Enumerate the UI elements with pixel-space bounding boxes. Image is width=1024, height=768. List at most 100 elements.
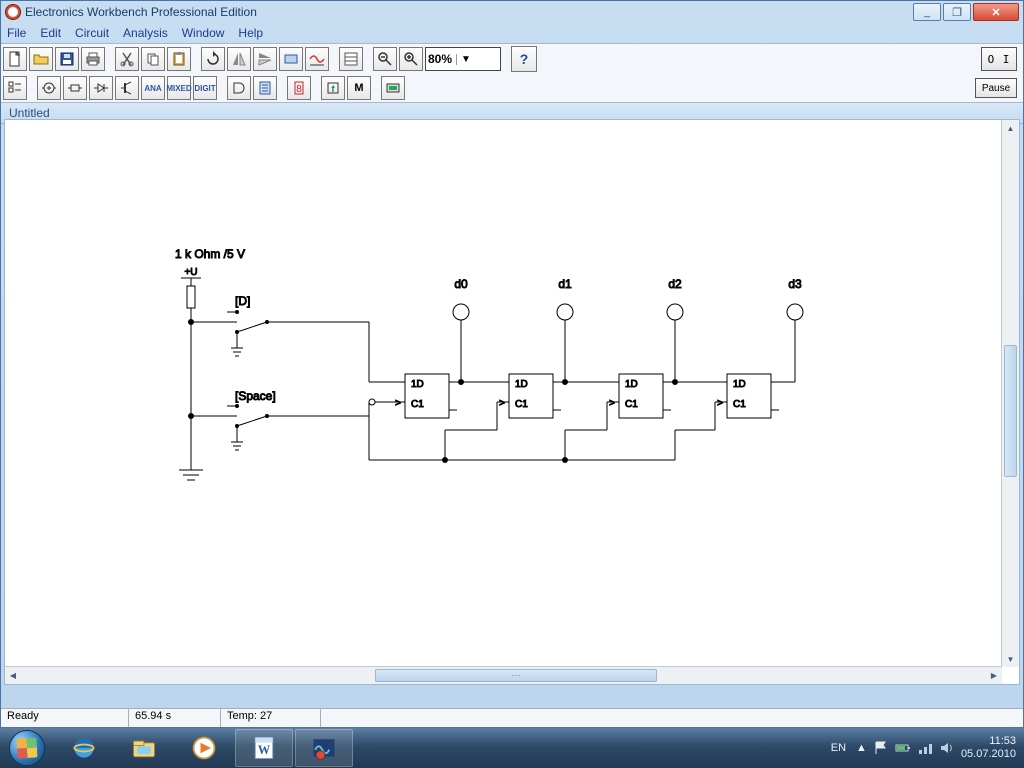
- status-ready: Ready: [1, 709, 129, 727]
- svg-text:C1: C1: [733, 399, 746, 410]
- paste-button[interactable]: [167, 47, 191, 71]
- svg-text:1D: 1D: [625, 379, 638, 390]
- favorites-bin-button[interactable]: [3, 76, 27, 100]
- controls-bin-button[interactable]: f: [321, 76, 345, 100]
- svg-text:1D: 1D: [411, 379, 424, 390]
- subcircuit-button[interactable]: [279, 47, 303, 71]
- window-maximize-button[interactable]: ❐: [943, 3, 971, 21]
- battery-icon[interactable]: [895, 740, 911, 756]
- scroll-up-arrow-icon[interactable]: ▲: [1004, 121, 1017, 135]
- vcc-label: +U: [184, 267, 197, 278]
- menu-edit[interactable]: Edit: [40, 26, 61, 40]
- scroll-down-arrow-icon[interactable]: ▼: [1004, 652, 1017, 666]
- menu-window[interactable]: Window: [182, 26, 225, 40]
- svg-text:C1: C1: [515, 399, 528, 410]
- scroll-left-arrow-icon[interactable]: ◀: [6, 669, 20, 682]
- task-item-word[interactable]: W: [235, 729, 293, 767]
- analog-ics-bin-button[interactable]: ANA: [141, 76, 165, 100]
- schematic-canvas[interactable]: 1 k Ohm /5 V +U: [4, 119, 1020, 685]
- save-button[interactable]: [55, 47, 79, 71]
- flag-icon[interactable]: [873, 740, 889, 756]
- power-label: 1 k Ohm /5 V: [175, 247, 245, 261]
- probe-d1[interactable]: [557, 304, 573, 320]
- sources-bin-button[interactable]: [37, 76, 61, 100]
- probe-d3[interactable]: [787, 304, 803, 320]
- task-item-ie[interactable]: [55, 729, 113, 767]
- svg-text:>: >: [395, 398, 401, 409]
- status-bar: Ready 65.94 s Temp: 27: [1, 708, 1023, 727]
- taskbar[interactable]: W EN ▲ 11:53 05.07.2010: [0, 728, 1024, 768]
- digital-bin-button[interactable]: [253, 76, 277, 100]
- tray-expand-icon[interactable]: ▲: [856, 742, 867, 754]
- horizontal-scrollbar[interactable]: ◀ ··· ▶: [5, 666, 1002, 684]
- svg-text:d1: d1: [558, 277, 572, 291]
- digital-ics-bin-button[interactable]: DIGIT: [193, 76, 217, 100]
- window-minimize-button[interactable]: _: [913, 3, 941, 21]
- scroll-right-arrow-icon[interactable]: ▶: [987, 669, 1001, 682]
- chevron-down-icon: ▼: [456, 54, 471, 65]
- menu-help[interactable]: Help: [238, 26, 263, 40]
- menu-file[interactable]: File: [7, 26, 26, 40]
- zoom-level-dropdown[interactable]: 80% ▼: [425, 47, 501, 71]
- cut-button[interactable]: [115, 47, 139, 71]
- clock-time: 11:53: [961, 735, 1016, 748]
- svg-text:W: W: [258, 743, 271, 757]
- status-temperature: Temp: 27: [221, 709, 321, 727]
- diodes-bin-button[interactable]: [89, 76, 113, 100]
- print-button[interactable]: [81, 47, 105, 71]
- probe-d0[interactable]: [453, 304, 469, 320]
- svg-text:>: >: [717, 398, 723, 409]
- basic-bin-button[interactable]: [63, 76, 87, 100]
- misc-bin-button[interactable]: M: [347, 76, 371, 100]
- vertical-scrollbar[interactable]: ▲ ▼: [1001, 120, 1019, 667]
- titlebar[interactable]: Electronics Workbench Professional Editi…: [1, 1, 1023, 23]
- logic-gates-bin-button[interactable]: [227, 76, 251, 100]
- svg-text:1D: 1D: [733, 379, 746, 390]
- probe-d2[interactable]: [667, 304, 683, 320]
- system-tray[interactable]: EN ▲ 11:53 05.07.2010: [831, 728, 1024, 768]
- window-close-button[interactable]: ✕: [973, 3, 1019, 21]
- windows-orb-icon: [9, 730, 45, 766]
- taskbar-clock[interactable]: 11:53 05.07.2010: [961, 735, 1016, 761]
- task-item-ewb[interactable]: [295, 729, 353, 767]
- menubar: File Edit Circuit Analysis Window Help: [1, 23, 1023, 43]
- mixed-ics-bin-button[interactable]: MIXED: [167, 76, 191, 100]
- open-button[interactable]: [29, 47, 53, 71]
- simulate-power-switch[interactable]: O I: [981, 47, 1017, 71]
- clock-date: 05.07.2010: [961, 748, 1016, 761]
- start-button[interactable]: [0, 728, 54, 768]
- rotate-button[interactable]: [201, 47, 225, 71]
- svg-text:d0: d0: [454, 277, 468, 291]
- language-indicator[interactable]: EN: [831, 742, 846, 754]
- new-button[interactable]: [3, 47, 27, 71]
- flip-vertical-button[interactable]: [253, 47, 277, 71]
- instruments-bin-button[interactable]: [381, 76, 405, 100]
- svg-text:d2: d2: [668, 277, 682, 291]
- svg-text:>: >: [609, 398, 615, 409]
- help-button[interactable]: ?: [511, 46, 537, 72]
- menu-circuit[interactable]: Circuit: [75, 26, 109, 40]
- volume-icon[interactable]: [939, 740, 955, 756]
- task-item-mediaplayer[interactable]: [175, 729, 233, 767]
- transistors-bin-button[interactable]: [115, 76, 139, 100]
- vertical-scroll-thumb[interactable]: [1004, 345, 1017, 477]
- component-properties-button[interactable]: [339, 47, 363, 71]
- copy-button[interactable]: [141, 47, 165, 71]
- task-item-explorer[interactable]: [115, 729, 173, 767]
- status-sim-time: 65.94 s: [129, 709, 221, 727]
- svg-text:d3: d3: [788, 277, 802, 291]
- zoom-in-button[interactable]: [399, 47, 423, 71]
- graph-button[interactable]: [305, 47, 329, 71]
- flip-horizontal-button[interactable]: [227, 47, 251, 71]
- zoom-value: 80%: [428, 52, 452, 66]
- horizontal-scroll-thumb[interactable]: ···: [375, 669, 657, 682]
- pause-button[interactable]: Pause: [975, 78, 1017, 98]
- svg-text:>: >: [499, 398, 505, 409]
- menu-analysis[interactable]: Analysis: [123, 26, 168, 40]
- svg-text:8: 8: [296, 84, 302, 95]
- svg-text:1D: 1D: [515, 379, 528, 390]
- zoom-out-button[interactable]: [373, 47, 397, 71]
- switch-d-label: [D]: [235, 294, 250, 308]
- indicators-bin-button[interactable]: 8: [287, 76, 311, 100]
- network-icon[interactable]: [917, 740, 933, 756]
